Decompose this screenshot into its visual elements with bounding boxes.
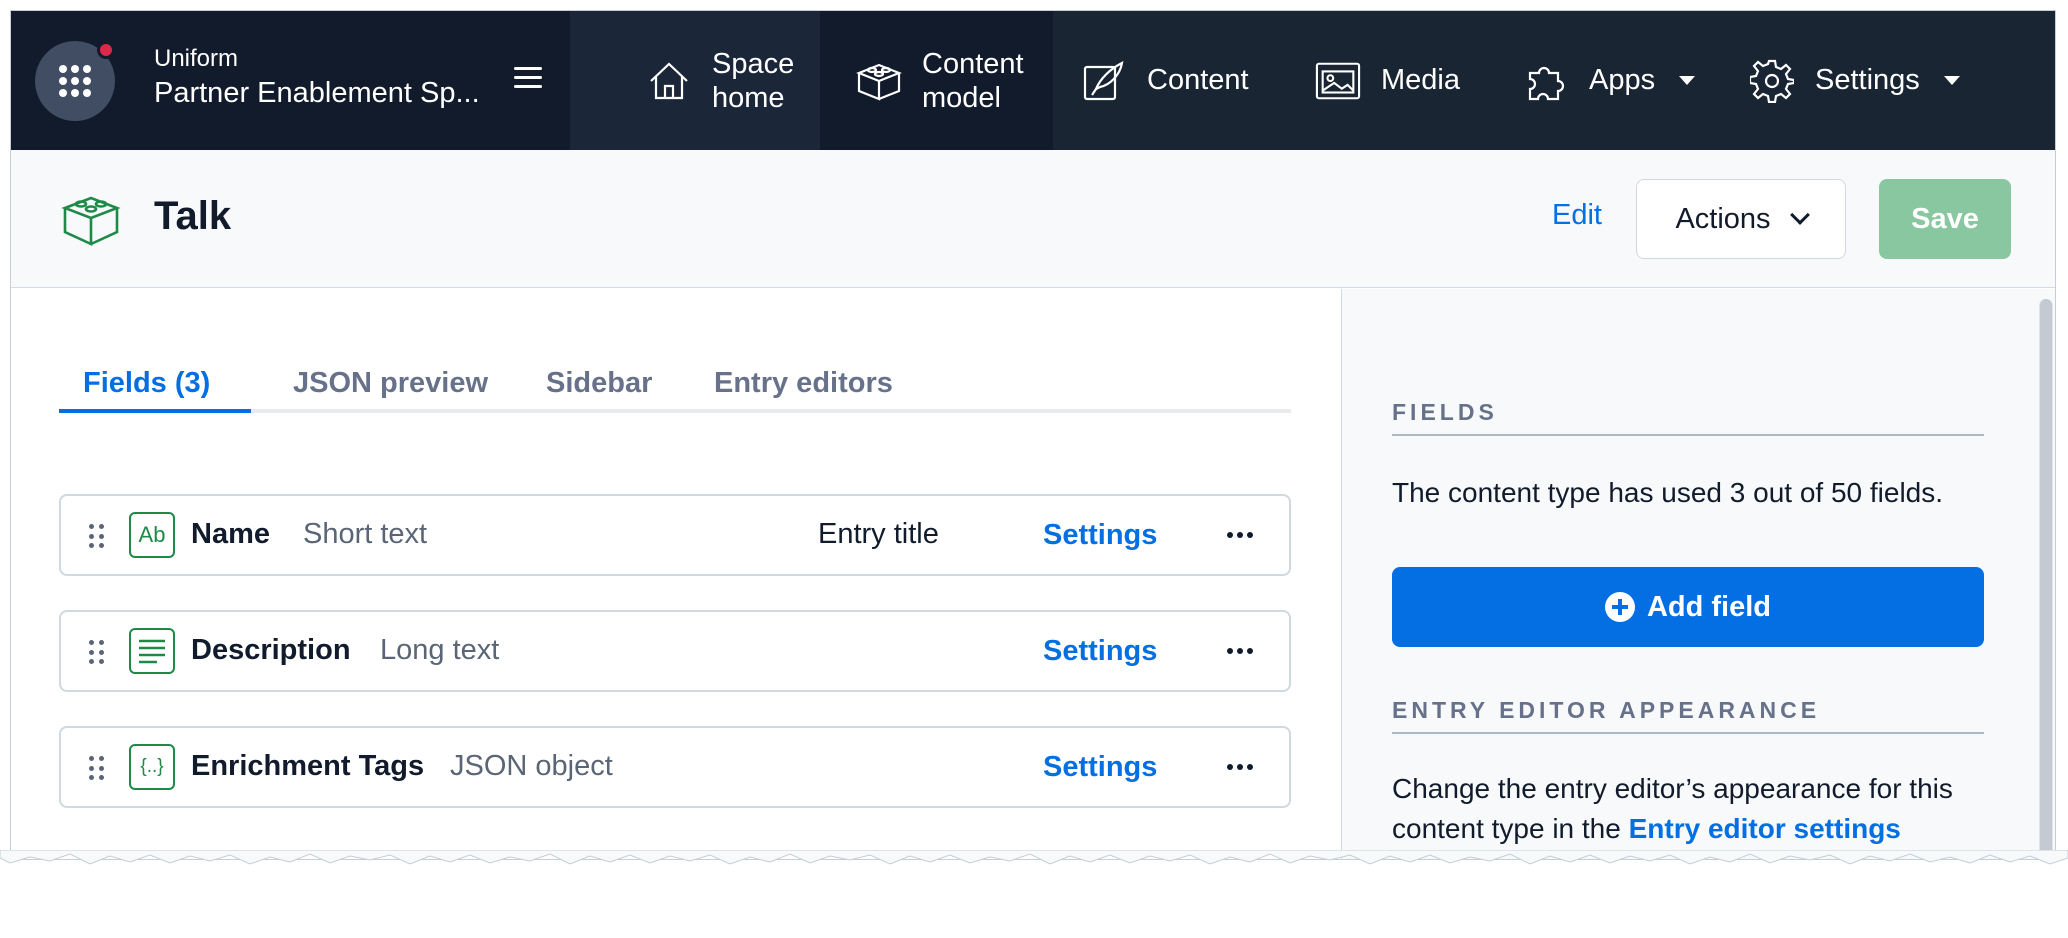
page-title: Talk	[154, 194, 232, 238]
nav-label: Content	[1147, 64, 1249, 96]
sidebar-scrollbar[interactable]	[2039, 299, 2053, 859]
scrollbar-thumb[interactable]	[2040, 299, 2052, 859]
field-row-description[interactable]: Description Long text Settings	[59, 610, 1291, 692]
more-options-icon[interactable]	[1227, 532, 1253, 538]
space-switcher[interactable]: Uniform Partner Enablement Sp...	[11, 11, 570, 150]
field-name: Name	[191, 518, 270, 550]
nav-apps[interactable]: Apps	[1523, 11, 1696, 150]
nav-label: Content	[922, 47, 1024, 80]
edit-link[interactable]: Edit	[1552, 199, 1602, 232]
content-icon	[1081, 58, 1127, 104]
field-row-enrichment-tags[interactable]: {..} Enrichment Tags JSON object Setting…	[59, 726, 1291, 808]
active-tab-indicator	[59, 409, 251, 413]
drag-handle-icon[interactable]	[89, 524, 104, 550]
add-field-button[interactable]: Add field	[1392, 567, 1984, 647]
nav-media[interactable]: Media	[1315, 11, 1460, 150]
field-row-name[interactable]: Ab Name Short text Entry title Settings	[59, 494, 1291, 576]
right-sidebar: FIELDS The content type has used 3 out o…	[1341, 289, 2055, 859]
torn-edge-decoration	[0, 850, 2068, 865]
content-type-icon	[61, 190, 121, 250]
puzzle-icon	[1523, 58, 1569, 104]
nav-label: Media	[1381, 64, 1460, 96]
entry-editor-settings-link[interactable]: Entry editor settings	[1629, 813, 1901, 844]
field-type: Short text	[303, 518, 428, 550]
nav-label: Apps	[1589, 64, 1656, 96]
nav-label: home	[712, 81, 785, 114]
fields-panel: Fields (3) JSON preview Sidebar Entry ed…	[11, 289, 1341, 859]
tab-entry-editors[interactable]: Entry editors	[714, 367, 893, 427]
nav-content-model[interactable]: Content model	[820, 11, 1053, 150]
chevron-down-icon	[1943, 76, 1960, 85]
org-name: Uniform	[154, 45, 239, 72]
nav-label: model	[922, 81, 1001, 114]
nav-settings[interactable]: Settings	[1749, 11, 1960, 150]
content-type-header: Talk Edit Actions Save	[11, 150, 2055, 288]
actions-button[interactable]: Actions	[1636, 179, 1846, 259]
plus-circle-icon	[1604, 592, 1635, 622]
add-field-label: Add field	[1646, 590, 1772, 623]
chevron-down-icon	[1679, 76, 1696, 85]
tab-sidebar[interactable]: Sidebar	[546, 367, 652, 427]
actions-label: Actions	[1675, 202, 1771, 235]
save-button[interactable]: Save	[1879, 179, 2011, 259]
field-settings-link[interactable]: Settings	[1043, 519, 1157, 552]
space-name[interactable]: Partner Enablement Sp...	[154, 77, 480, 110]
json-object-icon: {..}	[129, 744, 175, 790]
hamburger-menu-icon[interactable]	[514, 67, 542, 91]
media-icon	[1315, 58, 1361, 104]
tab-bar: Fields (3) JSON preview Sidebar Entry ed…	[59, 349, 1291, 413]
field-type: JSON object	[450, 750, 613, 782]
nav-space-home[interactable]: Space home	[570, 11, 820, 150]
field-settings-link[interactable]: Settings	[1043, 751, 1157, 784]
drag-handle-icon[interactable]	[89, 756, 104, 782]
long-text-icon	[129, 628, 175, 674]
chevron-down-icon	[1789, 205, 1810, 225]
home-icon	[646, 58, 692, 104]
more-options-icon[interactable]	[1227, 764, 1253, 770]
drag-handle-icon[interactable]	[89, 640, 104, 666]
content-model-icon	[856, 58, 902, 104]
nav-content[interactable]: Content	[1081, 11, 1249, 150]
gear-icon	[1749, 58, 1795, 104]
short-text-icon: Ab	[129, 512, 175, 558]
field-settings-link[interactable]: Settings	[1043, 635, 1157, 668]
appearance-section-title: ENTRY EDITOR APPEARANCE	[1392, 697, 1821, 723]
more-options-icon[interactable]	[1227, 648, 1253, 654]
fields-usage-text: The content type has used 3 out of 50 fi…	[1392, 477, 1944, 508]
section-divider	[1392, 732, 1984, 734]
field-type: Long text	[380, 634, 500, 666]
entry-title-badge: Entry title	[818, 518, 939, 550]
notification-dot	[97, 41, 115, 59]
top-navigation: Uniform Partner Enablement Sp... Space ho…	[11, 11, 2055, 150]
nav-label: Settings	[1815, 64, 1920, 96]
field-name: Enrichment Tags	[191, 750, 425, 782]
tab-json-preview[interactable]: JSON preview	[293, 367, 488, 427]
app-window: Uniform Partner Enablement Sp... Space ho…	[10, 10, 2056, 860]
fields-section-title: FIELDS	[1392, 399, 1498, 425]
section-divider	[1392, 434, 1984, 436]
field-name: Description	[191, 634, 351, 666]
nav-label: Space	[712, 47, 795, 80]
appearance-text: Change the entry editor’s appearance for…	[1392, 769, 1992, 849]
tab-fields[interactable]: Fields (3)	[83, 367, 210, 427]
